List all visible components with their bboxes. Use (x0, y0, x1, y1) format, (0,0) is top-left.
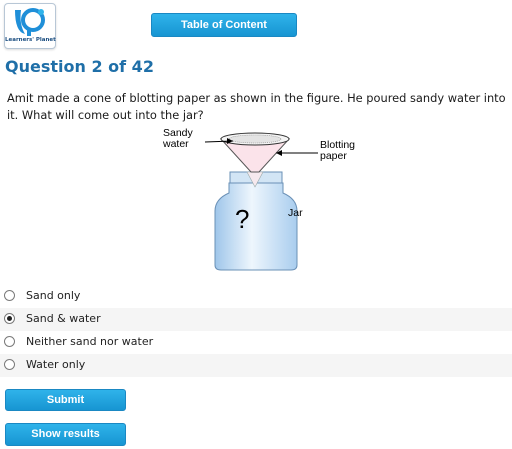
radio-button[interactable] (4, 336, 15, 347)
option-label: Water only (26, 358, 86, 371)
radio-button-selected[interactable] (4, 313, 15, 324)
option-label: Neither sand nor water (26, 335, 154, 348)
logo-text: Learners' Planet (5, 37, 56, 43)
jar-question-mark: ? (235, 204, 250, 234)
option-label: Sand only (26, 289, 81, 302)
learners-planet-logo: Learners' Planet (4, 3, 56, 49)
radio-button[interactable] (4, 359, 15, 370)
table-of-content-button[interactable]: Table of Content (151, 13, 297, 37)
question-title: Question 2 of 42 (5, 57, 154, 76)
radio-button[interactable] (4, 290, 15, 301)
sandy-water-label: Sandy water (163, 127, 193, 150)
option-sand-only[interactable]: Sand only (0, 285, 512, 308)
submit-button[interactable]: Submit (5, 389, 126, 411)
show-results-button[interactable]: Show results (5, 423, 126, 446)
question-text: Amit made a cone of blotting paper as sh… (7, 91, 506, 122)
option-sand-and-water[interactable]: Sand & water (0, 308, 512, 331)
option-neither[interactable]: Neither sand nor water (0, 331, 512, 354)
jar-label: Jar (288, 207, 303, 219)
blotting-paper-label: Blotting paper (320, 139, 356, 162)
option-water-only[interactable]: Water only (0, 354, 512, 377)
option-label: Sand & water (26, 312, 101, 325)
question-figure: Sandy water Blotting paper Jar ? (155, 125, 375, 275)
logo-icon (15, 8, 45, 36)
